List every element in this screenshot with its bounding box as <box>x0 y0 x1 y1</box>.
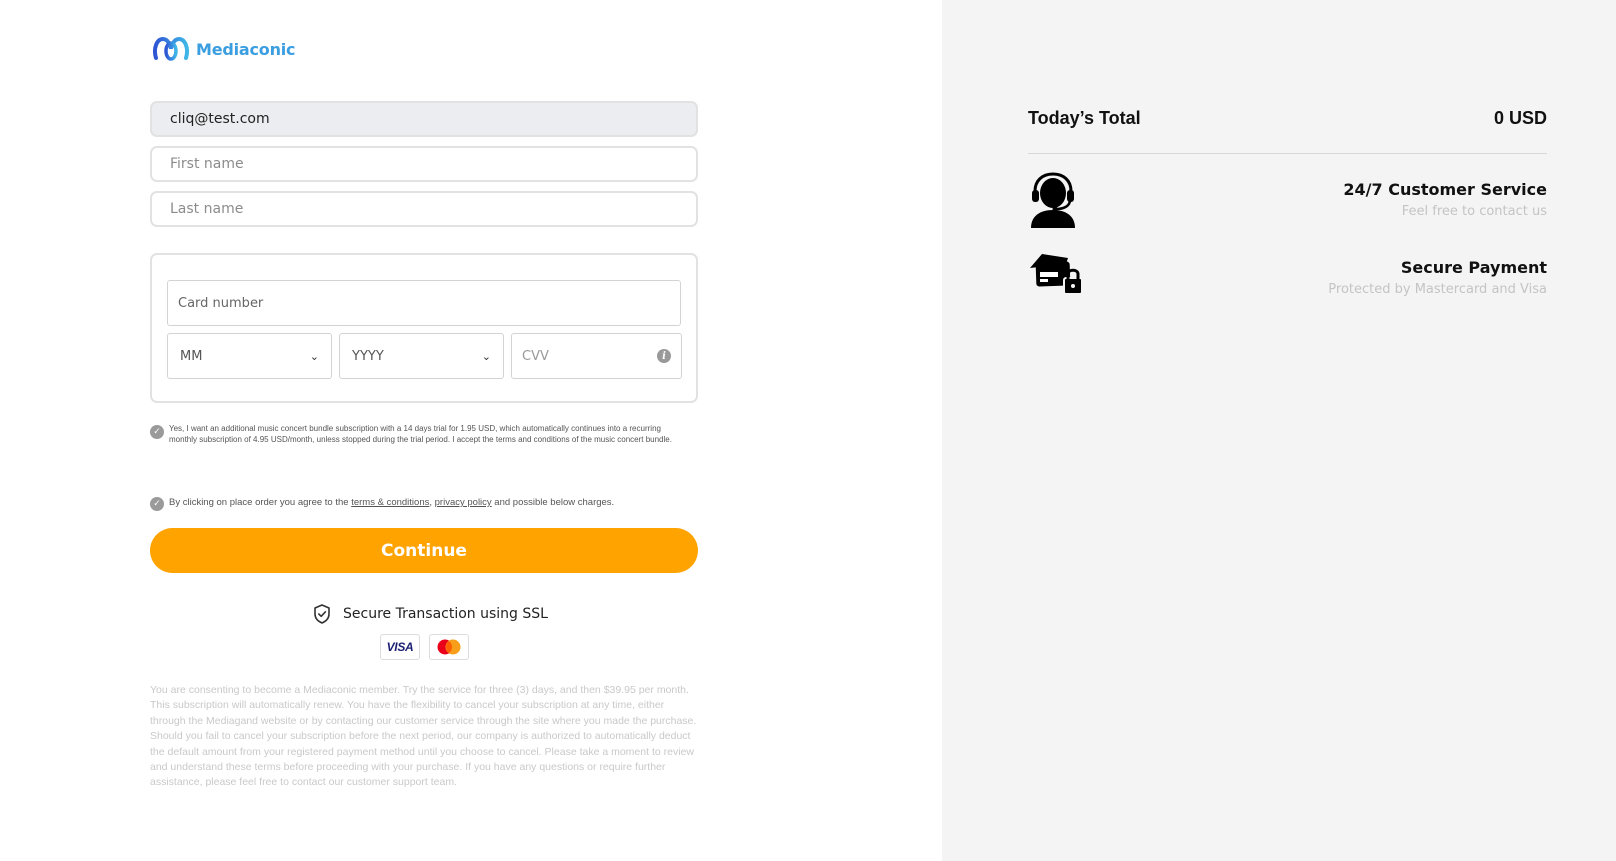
feature-title: Secure Payment <box>1400 258 1547 277</box>
headset-agent-icon <box>1031 172 1075 228</box>
visa-label: VISA <box>386 640 414 654</box>
continue-button[interactable]: Continue <box>150 528 698 573</box>
cvv-placeholder: CVV <box>522 348 549 364</box>
feature-secure-payment: Secure Payment Protected by Mastercard a… <box>1028 250 1547 310</box>
terms-suffix: and possible below charges. <box>491 497 615 508</box>
terms-consent-text: By clicking on place order you agree to … <box>169 496 614 511</box>
bundle-consent-text: Yes, I want an additional music concert … <box>169 424 672 444</box>
total-label: Today’s Total <box>1028 108 1141 128</box>
terms-consent-row: ✓ By clicking on place order you agree t… <box>150 496 690 511</box>
visa-icon: VISA <box>380 634 420 660</box>
checkout-form-panel: Mediaconic MM ⌄ YYYY ⌄ CVV i ✓ Yes, I wa… <box>0 0 942 861</box>
expiry-year-value: YYYY <box>352 348 384 364</box>
total-value: 0 USD <box>1493 108 1547 128</box>
mediaconic-logo-icon <box>152 36 190 61</box>
secure-card-icon <box>1030 254 1083 295</box>
order-summary-panel: Today’s Total 0 USD 24/7 Customer Servic… <box>942 0 1616 861</box>
info-icon[interactable]: i <box>657 349 671 363</box>
card-number-field[interactable] <box>167 280 681 326</box>
shield-check-icon <box>314 604 330 624</box>
card-details-box: MM ⌄ YYYY ⌄ CVV i <box>150 253 698 403</box>
terms-prefix: By clicking on place order you agree to … <box>169 497 352 508</box>
expiry-month-value: MM <box>180 348 203 364</box>
first-name-field[interactable] <box>150 146 698 182</box>
feature-customer-service: 24/7 Customer Service Feel free to conta… <box>1028 172 1547 232</box>
feature-subtitle: Protected by Mastercard and Visa <box>1328 282 1547 297</box>
feature-title: 24/7 Customer Service <box>1343 180 1547 199</box>
subscription-disclaimer: You are consenting to become a Mediaconi… <box>150 684 697 789</box>
brand-name: Mediaconic <box>196 39 296 59</box>
brand-logo: Mediaconic <box>152 36 296 62</box>
feature-subtitle: Feel free to contact us <box>1401 204 1547 219</box>
terms-link[interactable]: terms & conditions <box>351 497 429 508</box>
terms-consent-checkbox[interactable]: ✓ <box>150 497 164 511</box>
mastercard-icon <box>429 634 469 660</box>
expiry-month-select[interactable]: MM ⌄ <box>167 333 332 379</box>
last-name-field[interactable] <box>150 191 698 227</box>
todays-total-row: Today’s Total 0 USD <box>1028 108 1547 129</box>
chevron-down-icon: ⌄ <box>309 349 319 363</box>
ssl-notice: Secure Transaction using SSL <box>313 604 548 624</box>
ssl-label: Secure Transaction using SSL <box>343 606 548 622</box>
expiry-year-select[interactable]: YYYY ⌄ <box>339 333 504 379</box>
bundle-consent-row: ✓ Yes, I want an additional music concer… <box>150 424 690 445</box>
chevron-down-icon: ⌄ <box>481 349 491 363</box>
bundle-consent-checkbox[interactable]: ✓ <box>150 425 164 439</box>
privacy-link[interactable]: privacy policy <box>435 497 492 508</box>
email-field[interactable] <box>150 101 698 137</box>
payment-card-logos: VISA <box>380 634 469 660</box>
cvv-field[interactable]: CVV i <box>511 333 682 379</box>
divider <box>1028 153 1547 154</box>
